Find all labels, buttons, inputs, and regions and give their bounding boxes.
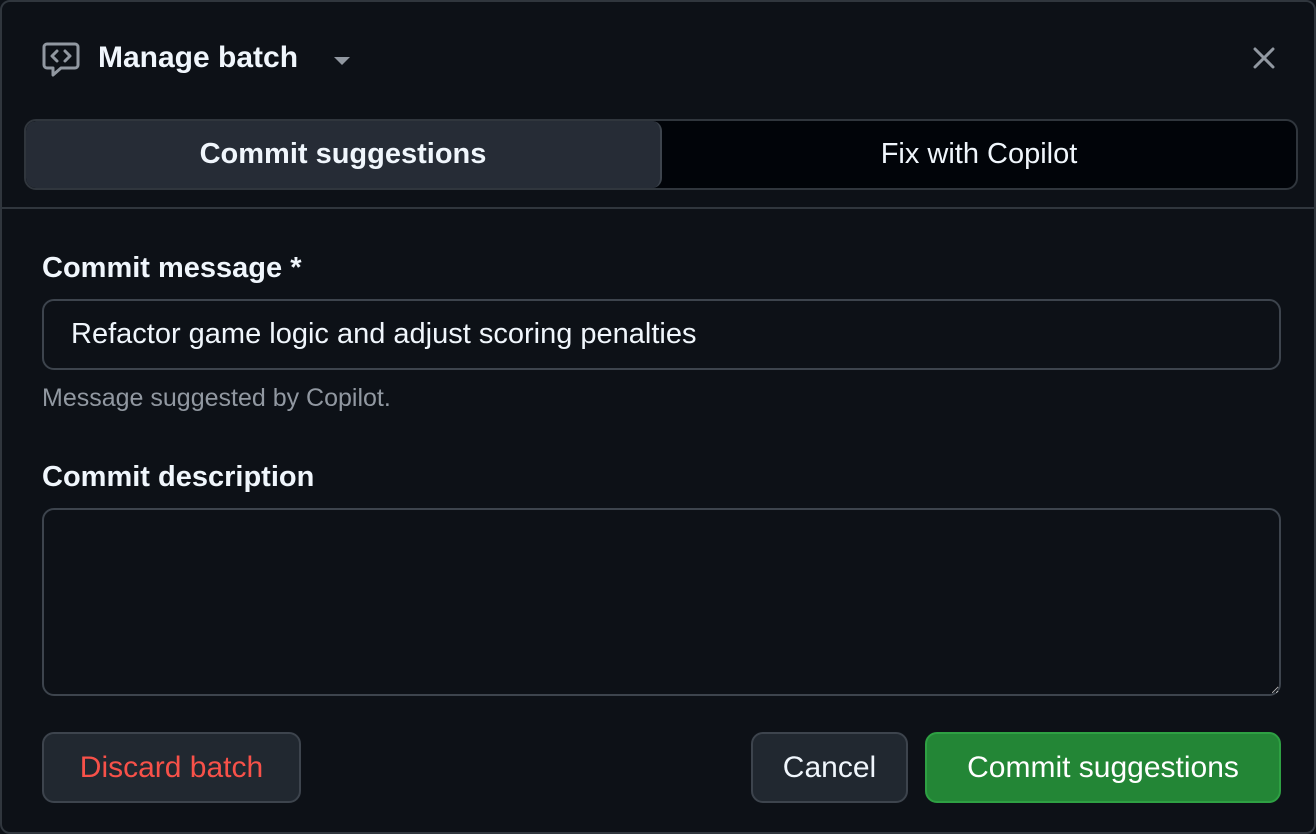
tab-commit-suggestions[interactable]: Commit suggestions [26,121,662,188]
dialog-header: Manage batch [2,2,1314,114]
dialog-title[interactable]: Manage batch [98,38,298,78]
commit-message-input[interactable] [42,299,1281,370]
commit-suggestions-button[interactable]: Commit suggestions [925,732,1281,803]
manage-batch-dialog: Manage batch Commit suggestions Fix with… [0,0,1316,834]
mode-segmented-control: Commit suggestions Fix with Copilot [24,119,1298,190]
commit-message-hint: Message suggested by Copilot. [42,384,391,412]
cancel-button[interactable]: Cancel [751,732,908,803]
chevron-down-icon[interactable] [332,54,352,66]
commit-description-textarea[interactable] [42,508,1281,696]
code-review-icon [42,40,80,78]
header-divider [2,207,1314,209]
discard-batch-button[interactable]: Discard batch [42,732,301,803]
close-icon [1253,47,1275,69]
tab-fix-with-copilot[interactable]: Fix with Copilot [662,121,1296,188]
commit-description-label: Commit description [42,461,315,493]
commit-message-label: Commit message * [42,252,302,284]
close-button[interactable] [1242,36,1286,80]
